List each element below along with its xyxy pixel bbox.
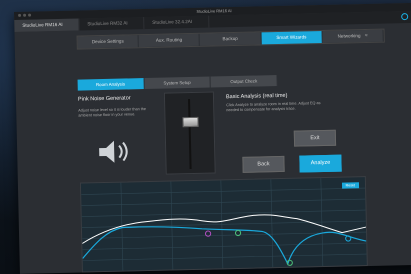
- subtab-output-check[interactable]: Output Check: [210, 75, 278, 88]
- tab-device-settings[interactable]: Device Settings: [77, 35, 140, 49]
- window-title: StudioLive RM16 AI: [196, 8, 232, 14]
- subtab-room-analysis[interactable]: Room Analysis: [77, 78, 145, 91]
- networking-label: Networking: [337, 33, 361, 39]
- tab-aux-routing[interactable]: Aux. Routing: [138, 33, 201, 48]
- maximize-dot[interactable]: [28, 13, 32, 17]
- app-window: StudioLive RM16 AI StudioLive RM16 AI St…: [14, 2, 411, 274]
- back-button[interactable]: Back: [242, 155, 285, 173]
- main-tabs: Device Settings Aux. Routing Backup Smar…: [76, 28, 385, 50]
- wizard-subtabs: Room Analysis System Setup Output Check: [77, 75, 278, 91]
- wifi-icon: ≈: [364, 32, 368, 40]
- basic-analysis-title: Basic Analysis (real time): [225, 92, 288, 101]
- device-tab-rm16[interactable]: StudioLive RM16 AI: [14, 18, 80, 32]
- settings-circle-icon[interactable]: [401, 13, 409, 21]
- subtab-system-setup[interactable]: System Setup: [144, 76, 212, 90]
- eq-curve: [82, 226, 367, 266]
- pink-noise-title: Pink Noise Generator: [77, 95, 131, 103]
- close-dot[interactable]: [18, 13, 22, 17]
- fader-knob[interactable]: [182, 116, 199, 128]
- minimize-dot[interactable]: [23, 13, 27, 17]
- tab-smart-wizards[interactable]: Smart Wizards: [261, 31, 323, 45]
- exit-button[interactable]: Exit: [293, 129, 337, 147]
- basic-analysis-description: Click Analyze to analyze room in real ti…: [226, 101, 321, 113]
- speaker-icon: [99, 140, 128, 163]
- reset-button[interactable]: Reset: [341, 182, 360, 189]
- tab-networking[interactable]: Networking ≈: [322, 29, 384, 44]
- eq-curve-plot: [81, 178, 367, 271]
- device-tab-rm32[interactable]: StudioLive RM32 AI: [79, 17, 145, 31]
- tab-backup[interactable]: Backup: [199, 32, 262, 46]
- pink-noise-fader[interactable]: [163, 91, 216, 175]
- fader-track: [188, 99, 192, 170]
- window-controls[interactable]: [18, 13, 32, 17]
- analysis-graph[interactable]: Reset: [79, 176, 368, 273]
- device-tab-32-4-2[interactable]: StudioLive 32.4.2AI: [144, 15, 210, 30]
- analyze-button[interactable]: Analyze: [299, 154, 342, 173]
- pink-noise-description: Adjust noise level so it is louder than …: [78, 107, 147, 118]
